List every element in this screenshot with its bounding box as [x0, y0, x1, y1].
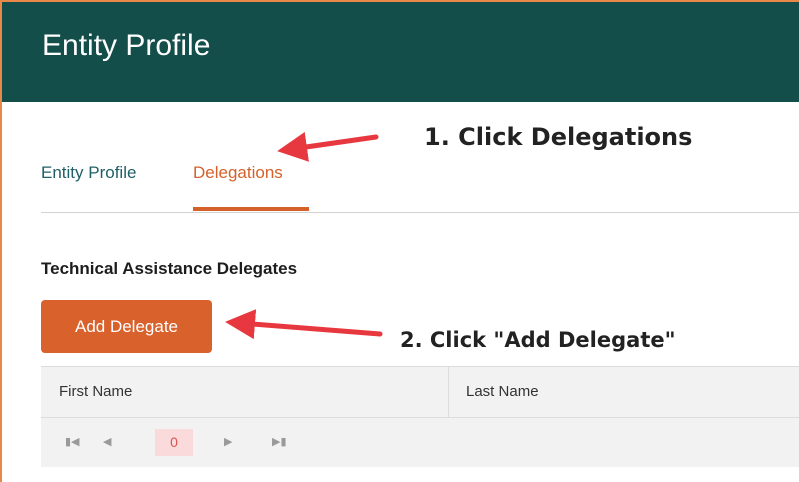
column-divider: [448, 367, 449, 417]
last-page-icon[interactable]: ▶▮: [272, 432, 287, 452]
section-title: Technical Assistance Delegates: [41, 259, 298, 278]
add-delegate-button[interactable]: Add Delegate: [41, 300, 212, 353]
annotation-step-1: 1. Click Delegations: [424, 123, 693, 151]
tab-delegations[interactable]: Delegations: [193, 162, 283, 184]
next-page-icon[interactable]: ▶: [224, 432, 232, 452]
tab-entity-profile[interactable]: Entity Profile: [41, 162, 136, 184]
table-header-row: First Name Last Name: [41, 367, 799, 418]
tab-divider: [41, 212, 799, 213]
page-header: Entity Profile: [2, 2, 799, 102]
first-page-icon[interactable]: ▮◀: [65, 432, 80, 452]
active-tab-indicator: [193, 207, 309, 211]
page-title: Entity Profile: [42, 29, 211, 62]
pager-current-page[interactable]: 0: [155, 429, 193, 456]
prev-page-icon[interactable]: ◀: [103, 432, 111, 452]
table-pager: ▮◀ ◀ 0 ▶ ▶▮: [41, 418, 799, 467]
delegates-table: First Name Last Name ▮◀ ◀ 0 ▶ ▶▮: [41, 366, 799, 467]
column-header-last-name[interactable]: Last Name: [466, 382, 539, 402]
column-header-first-name[interactable]: First Name: [59, 382, 132, 402]
annotation-step-2: 2. Click "Add Delegate": [400, 328, 676, 352]
